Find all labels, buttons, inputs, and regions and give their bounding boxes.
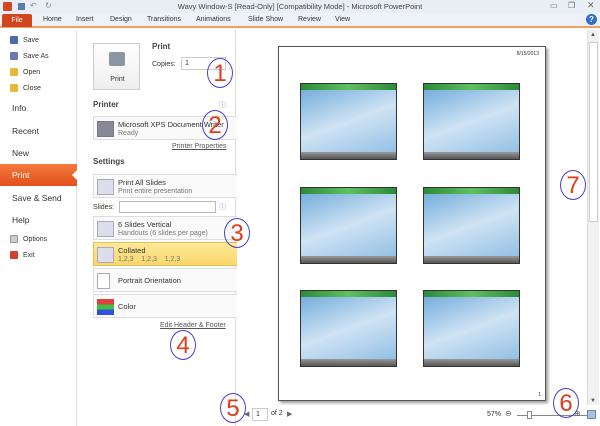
slides-icon	[97, 179, 114, 195]
slide-thumbnail	[423, 83, 520, 160]
annotation-5: 5	[220, 393, 246, 423]
ribbon-tabs: File Home Insert Design Transitions Anim…	[0, 13, 600, 28]
annotation-1: 1	[207, 58, 233, 88]
printer-heading: Printer	[93, 100, 119, 109]
dropdown-title: 6 Slides Vertical	[118, 220, 172, 229]
slide-thumbnail	[423, 187, 520, 264]
options-icon	[10, 235, 18, 243]
nav-options[interactable]: Options	[10, 235, 47, 243]
nav-new[interactable]: New	[12, 148, 29, 158]
vertical-scrollbar[interactable]: ▲ ▼	[587, 30, 599, 410]
info-icon[interactable]: ⓘ	[219, 100, 226, 110]
tab-animations[interactable]: Animations	[196, 16, 231, 23]
edit-header-footer-link[interactable]: Edit Header & Footer	[160, 322, 226, 329]
tab-view[interactable]: View	[335, 16, 350, 23]
collated-icon	[97, 247, 114, 263]
nav-label: Options	[23, 235, 48, 243]
restore-icon[interactable]: ❐	[568, 1, 575, 10]
dropdown-title: Collated	[118, 246, 146, 255]
print-button-label: Print	[110, 76, 125, 83]
tab-insert[interactable]: Insert	[76, 16, 94, 23]
folder-close-icon	[10, 84, 18, 92]
nav-close[interactable]: Close	[10, 84, 41, 92]
print-settings-panel: Print Print Copies: 1 Printer ⓘ Microsof…	[78, 30, 305, 426]
zoom-to-page-icon[interactable]	[587, 410, 596, 419]
annotation-3: 3	[224, 218, 250, 248]
dropdown-subtitle: Print entire presentation	[118, 188, 193, 195]
slide-thumbnail	[300, 187, 397, 264]
nav-save-as[interactable]: Save As	[10, 52, 49, 60]
nav-exit[interactable]: Exit	[10, 251, 35, 259]
color-icon	[97, 299, 114, 315]
nav-help[interactable]: Help	[12, 215, 29, 225]
dropdown-title: Color	[118, 302, 136, 311]
folder-open-icon	[10, 68, 18, 76]
tab-transitions[interactable]: Transitions	[147, 16, 181, 23]
slides-input[interactable]	[119, 201, 216, 213]
dropdown-title: Print All Slides	[118, 178, 166, 187]
printer-icon	[109, 52, 125, 66]
printer-properties-link[interactable]: Printer Properties	[172, 143, 226, 150]
scroll-up-icon[interactable]: ▲	[590, 32, 596, 38]
zoom-level: 57%	[487, 411, 502, 418]
save-as-icon	[10, 52, 18, 60]
print-button[interactable]: Print	[93, 43, 140, 90]
window-title: Wavy Window-S [Read-Only] [Compatibility…	[177, 2, 423, 11]
zoom-slider-thumb[interactable]	[527, 411, 532, 419]
portrait-page-icon	[97, 273, 110, 289]
tab-design[interactable]: Design	[110, 16, 132, 23]
help-icon[interactable]: ?	[586, 14, 597, 25]
minimize-icon[interactable]: ▭	[550, 1, 558, 10]
nav-info[interactable]: Info	[12, 103, 26, 113]
close-icon[interactable]: ✕	[587, 0, 595, 11]
slides-label: Slides:	[93, 204, 115, 211]
nav-save-send[interactable]: Save & Send	[12, 193, 62, 203]
scroll-down-icon[interactable]: ▼	[590, 398, 596, 404]
title-bar: ↶ ↻ Wavy Window-S [Read-Only] [Compatibi…	[0, 0, 600, 13]
annotation-2: 2	[202, 110, 228, 140]
page-number-input[interactable]: 1	[252, 408, 268, 421]
annotation-4: 4	[170, 330, 196, 360]
copies-label: Copies:	[152, 61, 176, 68]
next-page-icon[interactable]: ▶	[287, 410, 292, 418]
print-heading: Print	[152, 42, 171, 51]
dropdown-subtitle: 1,2,3 1,2,3 1,2,3	[118, 256, 181, 263]
dropdown-subtitle: Handouts (6 slides per page)	[118, 230, 208, 237]
nav-label: Open	[23, 68, 41, 76]
nav-label: Close	[23, 84, 41, 92]
tab-home[interactable]: Home	[43, 16, 62, 23]
nav-recent[interactable]: Recent	[12, 126, 39, 136]
save-icon	[10, 36, 18, 44]
slide-thumbnail	[300, 83, 397, 160]
annotation-7: 7	[560, 170, 586, 200]
nav-label: Exit	[23, 251, 35, 259]
page-count: of 2	[271, 410, 283, 417]
page-date: 8/15/2013	[516, 51, 539, 57]
printer-icon	[97, 121, 114, 137]
nav-label: Save As	[23, 52, 49, 60]
preview-footer: ◀ 1 of 2 ▶ 57% ⊖ ⊕	[237, 405, 600, 426]
zoom-out-icon[interactable]: ⊖	[505, 409, 512, 418]
handout-layout-icon	[97, 221, 114, 237]
dropdown-title: Portrait Orientation	[118, 276, 181, 285]
nav-save[interactable]: Save	[10, 36, 39, 44]
slide-thumbnail	[423, 290, 520, 367]
tab-file[interactable]: File	[2, 14, 32, 27]
tab-review[interactable]: Review	[298, 16, 321, 23]
settings-heading: Settings	[93, 157, 125, 166]
page-number: 1	[538, 392, 541, 398]
nav-open[interactable]: Open	[10, 68, 40, 76]
nav-print[interactable]: Print	[0, 164, 77, 186]
annotation-6: 6	[553, 388, 579, 418]
info-icon[interactable]: ⓘ	[219, 202, 226, 212]
preview-page: 8/15/2013 1	[278, 46, 546, 401]
backstage-nav: Save Save As Open Close Info Recent New …	[0, 30, 77, 426]
printer-status: Ready	[118, 130, 139, 137]
nav-label: Save	[23, 36, 39, 44]
scrollbar-thumb[interactable]	[589, 42, 598, 222]
slide-thumbnail	[300, 290, 397, 367]
exit-icon	[10, 251, 18, 259]
tab-slide-show[interactable]: Slide Show	[248, 16, 283, 23]
